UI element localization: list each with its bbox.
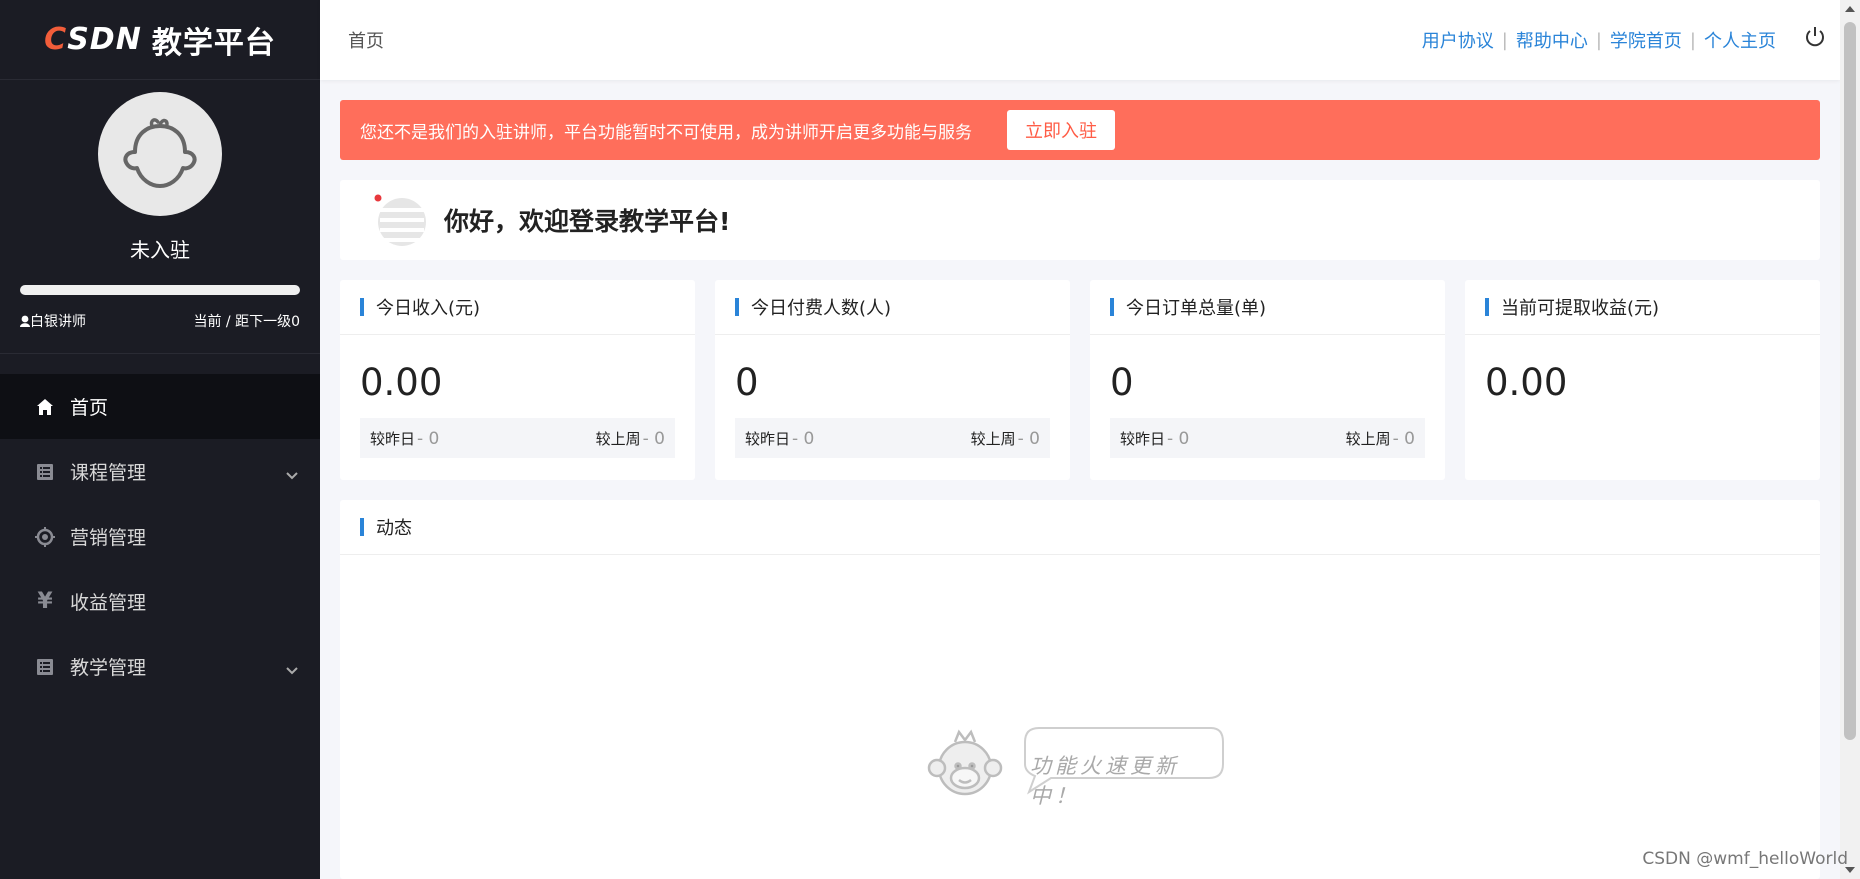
- scrollbar-thumb[interactable]: [1844, 22, 1856, 740]
- stat-title: 今日付费人数(人): [751, 298, 892, 319]
- sidebar-item-home[interactable]: 首页: [0, 374, 320, 439]
- home-icon: [34, 396, 56, 418]
- welcome-panel: 你好，欢迎登录教学平台!: [340, 180, 1820, 260]
- sidebar-item-label: 收益管理: [70, 592, 147, 614]
- sidebar-menu: 首页 课程管理 营销管理 ¥ 收益管理 教学管理: [0, 374, 320, 699]
- target-icon: [34, 526, 56, 548]
- stat-compare: 较昨日 - 0 较上周 - 0: [1110, 418, 1425, 458]
- title-accent-bar: [735, 298, 739, 316]
- compare-value: - 0: [417, 428, 440, 449]
- link-separator: |: [1595, 29, 1602, 51]
- compare-label: 较上周: [595, 429, 641, 448]
- watermark: CSDN @wmf_helloWorld: [1642, 849, 1848, 869]
- instructor-banner: 您还不是我们的入驻讲师，平台功能暂时不可使用，成为讲师开启更多功能与服务 立即入…: [340, 100, 1820, 160]
- compare-value: - 0: [1167, 428, 1190, 449]
- stat-value: 0.00: [360, 361, 443, 404]
- scroll-up-icon[interactable]: [1845, 6, 1855, 12]
- compare-value: - 0: [642, 428, 665, 449]
- empty-state-text: 功能火速更新中！: [1030, 754, 1180, 808]
- title-accent-bar: [1110, 298, 1114, 316]
- sidebar-item-label: 教学管理: [70, 657, 147, 679]
- list-icon: [34, 461, 56, 483]
- user-name: 未入驻: [130, 238, 190, 262]
- yen-icon: ¥: [37, 589, 53, 614]
- list-icon: [34, 656, 56, 678]
- breadcrumb[interactable]: 首页: [348, 27, 384, 53]
- stat-title: 今日收入(元): [376, 298, 481, 319]
- dynamics-title: 动态: [376, 518, 412, 539]
- sidebar-item-label: 首页: [70, 397, 109, 419]
- user-icon: [20, 315, 30, 327]
- compare-value: - 0: [792, 428, 815, 449]
- dynamics-panel: 动态 功能火速更新中！: [340, 500, 1820, 879]
- compare-value: - 0: [1392, 428, 1415, 449]
- sidebar-item-course[interactable]: 课程管理: [0, 439, 320, 504]
- sidebar-item-label: 课程管理: [70, 462, 147, 484]
- link-separator: |: [1501, 29, 1508, 51]
- link-help-center[interactable]: 帮助中心: [1516, 27, 1588, 53]
- title-accent-bar: [360, 518, 364, 536]
- chevron-down-icon: [286, 463, 298, 485]
- compare-label: 较昨日: [1120, 429, 1166, 448]
- stat-value: 0: [1110, 361, 1134, 404]
- link-separator: |: [1689, 29, 1696, 51]
- logo-text: 教学平台: [151, 25, 276, 61]
- stat-value: 0: [735, 361, 759, 404]
- level-progress-bar: [20, 285, 300, 295]
- empty-state: 功能火速更新中！: [925, 722, 1225, 808]
- sidebar: C SDN 教学平台 未入驻 白银讲师 当前 / 距下一级0 首页 课程管理 营…: [0, 0, 320, 879]
- join-button[interactable]: 立即入驻: [1007, 110, 1115, 150]
- stat-title: 当前可提取收益(元): [1501, 298, 1660, 319]
- power-icon[interactable]: [1804, 26, 1826, 52]
- compare-value: - 0: [1017, 428, 1040, 449]
- stat-card-income: 今日收入(元) 0.00 较昨日 - 0 较上周 - 0: [340, 280, 695, 480]
- title-accent-bar: [360, 298, 364, 316]
- stat-title: 今日订单总量(单): [1126, 298, 1267, 319]
- logo-sdn: SDN: [67, 22, 142, 57]
- chevron-down-icon: [286, 658, 298, 680]
- user-level: 白银讲师: [20, 311, 86, 331]
- sidebar-item-label: 营销管理: [70, 527, 147, 549]
- link-user-agreement[interactable]: 用户协议: [1422, 27, 1494, 53]
- monkey-avatar-icon: [123, 118, 197, 188]
- sidebar-divider: [0, 353, 320, 354]
- stat-card-orders: 今日订单总量(单) 0 较昨日 - 0 较上周 - 0: [1090, 280, 1445, 480]
- stat-card-withdrawable: 当前可提取收益(元) 0.00: [1465, 280, 1820, 480]
- stat-compare: 较昨日 - 0 较上周 - 0: [735, 418, 1050, 458]
- logo-c: C: [44, 22, 68, 57]
- link-academy-home[interactable]: 学院首页: [1610, 27, 1682, 53]
- welcome-icon: [374, 194, 426, 246]
- stat-card-paying-users: 今日付费人数(人) 0 较昨日 - 0 较上周 - 0: [715, 280, 1070, 480]
- compare-label: 较昨日: [745, 429, 791, 448]
- link-personal-home[interactable]: 个人主页: [1704, 27, 1776, 53]
- compare-label: 较上周: [970, 429, 1016, 448]
- level-progress-text: 当前 / 距下一级0: [193, 314, 300, 330]
- sidebar-item-revenue[interactable]: ¥ 收益管理: [0, 569, 320, 634]
- top-bar: 首页 用户协议 | 帮助中心 | 学院首页 | 个人主页: [320, 0, 1840, 80]
- compare-label: 较昨日: [370, 429, 416, 448]
- title-accent-bar: [1485, 298, 1489, 316]
- compare-label: 较上周: [1345, 429, 1391, 448]
- banner-text: 您还不是我们的入驻讲师，平台功能暂时不可使用，成为讲师开启更多功能与服务: [360, 122, 972, 143]
- sidebar-item-marketing[interactable]: 营销管理: [0, 504, 320, 569]
- sidebar-item-teaching[interactable]: 教学管理: [0, 634, 320, 699]
- user-level-label: 白银讲师: [30, 314, 86, 330]
- top-links: 用户协议 | 帮助中心 | 学院首页 | 个人主页: [1422, 27, 1776, 53]
- welcome-text: 你好，欢迎登录教学平台!: [444, 207, 731, 236]
- stat-value: 0.00: [1485, 361, 1568, 404]
- stat-compare: 较昨日 - 0 较上周 - 0: [360, 418, 675, 458]
- vertical-scrollbar[interactable]: [1840, 0, 1860, 879]
- avatar[interactable]: [98, 92, 222, 216]
- logo[interactable]: C SDN 教学平台: [0, 0, 320, 80]
